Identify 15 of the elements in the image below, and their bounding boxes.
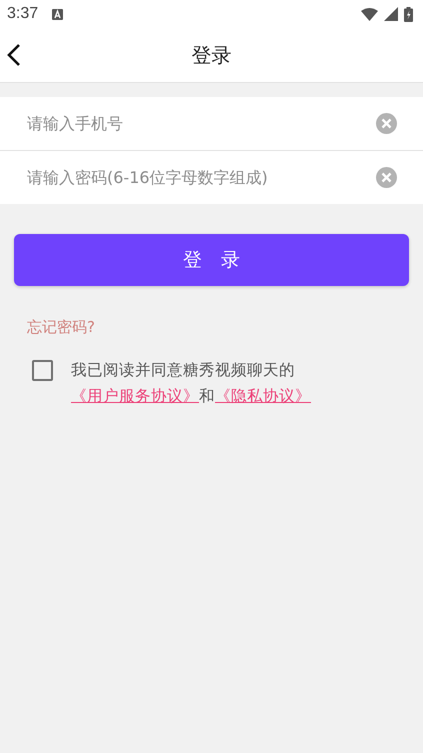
- battery-icon: [404, 6, 413, 22]
- input-field[interactable]: 请输入手机号: [27, 114, 376, 133]
- status-time: 3:37: [7, 5, 38, 23]
- agreement-checkbox[interactable]: [32, 360, 53, 381]
- terms-link[interactable]: 《用户服务协议》: [71, 387, 199, 405]
- signal-icon: [384, 7, 398, 21]
- page-title: 登录: [192, 42, 232, 68]
- agreement-text: 我已阅读并同意糖秀视频聊天的 《用户服务协议》和《隐私协议》: [71, 360, 312, 407]
- privacy-link[interactable]: 《隐私协议》: [215, 387, 311, 405]
- wifi-icon: [361, 8, 378, 20]
- notification-icon: [52, 8, 64, 20]
- login-button[interactable]: 登 录: [14, 234, 409, 286]
- input-field[interactable]: 请输入密码(6-16位字母数字组成): [27, 168, 376, 187]
- forgot-password-link[interactable]: 忘记密码?: [27, 318, 95, 337]
- back-icon[interactable]: [7, 43, 21, 67]
